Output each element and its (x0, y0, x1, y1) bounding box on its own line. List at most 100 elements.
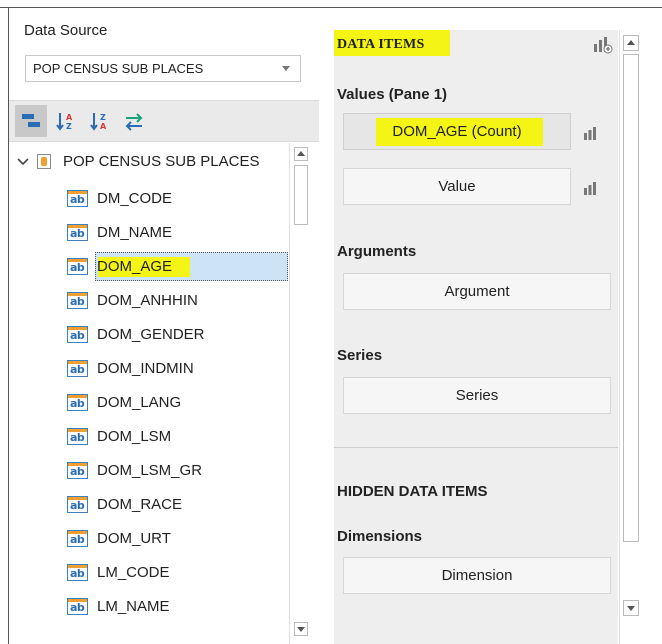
string-field-icon-text: ab (70, 431, 85, 444)
chevron-down-icon[interactable] (17, 157, 29, 167)
tree-field-label: DOM_ANHHIN (97, 292, 198, 309)
string-field-icon-text: ab (70, 533, 85, 546)
sort-ascending-button[interactable]: A Z (49, 105, 81, 137)
string-field-icon: ab (67, 428, 88, 445)
sort-ascending-icon: A Z (56, 113, 73, 131)
argument-slot-label: Argument (444, 283, 510, 300)
data-source-value: POP CENSUS SUB PLACES (33, 61, 204, 76)
group-by-type-button[interactable] (15, 105, 47, 137)
string-field-icon-text: ab (70, 465, 85, 478)
tree-field-item[interactable]: ab LM_CODE (9, 557, 289, 587)
tree-root-node[interactable]: POP CENSUS SUB PLACES (9, 148, 289, 176)
tree-field-label: DOM_URT (97, 530, 171, 547)
scroll-up-arrow-icon[interactable] (294, 147, 308, 161)
scroll-up-arrow-icon[interactable] (623, 35, 639, 51)
string-field-icon-text: ab (70, 295, 85, 308)
series-slot[interactable]: Series (343, 377, 611, 414)
tree-field-label: DM_NAME (97, 224, 173, 241)
tree-field-item[interactable]: ab DOM_INDMIN (9, 353, 289, 383)
svg-text:Z: Z (66, 122, 72, 131)
tree-field-item[interactable]: ab DOM_ANHHIN (9, 285, 289, 315)
value-slot-dom-age[interactable]: DOM_AGE (Count) (343, 113, 571, 150)
database-icon (37, 154, 51, 169)
string-field-icon-text: ab (70, 227, 85, 240)
dimensions-section-header: Dimensions (337, 528, 423, 545)
refresh-fields-icon (125, 113, 143, 131)
field-list-toolbar: A Z Z A (9, 100, 319, 142)
tree-field-label: LM_CODE (97, 564, 170, 581)
string-field-icon-text: ab (70, 261, 85, 274)
tree-root-label: POP CENSUS SUB PLACES (63, 153, 260, 170)
tree-field-item[interactable]: ab LM_NAME (9, 591, 289, 621)
tree-field-item[interactable]: ab DM_NAME (9, 217, 289, 247)
argument-slot[interactable]: Argument (343, 273, 611, 310)
section-divider (334, 447, 618, 448)
sort-descending-icon: Z A (90, 113, 107, 131)
tree-field-label: LM_NAME (97, 598, 170, 615)
tree-field-label: DOM_LSM (97, 428, 172, 445)
string-field-icon: ab (67, 258, 88, 275)
string-field-icon-text: ab (70, 329, 85, 342)
string-field-icon: ab (67, 394, 88, 411)
field-tree: POP CENSUS SUB PLACES ab DM_CODE ab DM_NAME… (9, 143, 289, 644)
string-field-icon-text: ab (70, 499, 85, 512)
tree-field-item[interactable]: ab DOM_AGE (9, 251, 289, 281)
tree-field-item[interactable]: ab DOM_GENDER (9, 319, 289, 349)
bar-chart-icon[interactable] (583, 181, 597, 195)
string-field-icon-text: ab (70, 397, 85, 410)
series-slot-label: Series (455, 387, 499, 404)
string-field-icon-text: ab (70, 363, 85, 376)
data-items-scrollbar[interactable] (619, 30, 643, 644)
series-section-header: Series (337, 347, 383, 364)
svg-text:Z: Z (100, 113, 106, 122)
add-chart-item-icon[interactable] (593, 36, 613, 54)
chevron-down-icon (282, 66, 290, 71)
string-field-icon-text: ab (70, 601, 85, 614)
value-slot-label: Value (438, 178, 476, 195)
tree-field-item[interactable]: ab DOM_LSM (9, 421, 289, 451)
arguments-section-header: Arguments (337, 243, 417, 260)
string-field-icon: ab (67, 360, 88, 377)
tree-field-item[interactable]: ab DOM_URT (9, 523, 289, 553)
refresh-fields-button[interactable] (117, 105, 149, 137)
svg-text:A: A (100, 122, 107, 131)
data-items-panel: DATA ITEMS Values (Pane 1) DOM_AGE (Coun… (334, 30, 618, 644)
string-field-icon: ab (67, 496, 88, 513)
hidden-data-items-header: HIDDEN DATA ITEMS (337, 483, 488, 500)
tree-field-label: DOM_AGE (97, 258, 173, 275)
string-field-icon-text: ab (70, 193, 85, 206)
data-items-title: DATA ITEMS (337, 37, 425, 52)
tree-field-label: DOM_GENDER (97, 326, 205, 343)
data-source-select[interactable]: POP CENSUS SUB PLACES (25, 55, 301, 82)
string-field-icon: ab (67, 326, 88, 343)
scroll-thumb[interactable] (623, 54, 639, 542)
string-field-icon: ab (67, 224, 88, 241)
tree-field-item[interactable]: ab DM_CODE (9, 183, 289, 213)
bar-chart-icon[interactable] (583, 126, 597, 140)
group-by-type-icon (22, 114, 40, 127)
string-field-icon-text: ab (70, 567, 85, 580)
tree-field-label: DOM_LSM_GR (97, 462, 203, 479)
field-tree-scrollbar[interactable] (289, 143, 311, 644)
dimension-slot-label: Dimension (441, 567, 513, 584)
string-field-icon: ab (67, 462, 88, 479)
string-field-icon: ab (67, 564, 88, 581)
sort-descending-button[interactable]: Z A (83, 105, 115, 137)
dimension-slot[interactable]: Dimension (343, 557, 611, 594)
svg-text:A: A (66, 113, 73, 122)
tree-field-label: DOM_RACE (97, 496, 183, 513)
tree-field-label: DM_CODE (97, 190, 173, 207)
value-slot-empty[interactable]: Value (343, 168, 571, 205)
scroll-thumb[interactable] (294, 165, 308, 225)
tree-field-label: DOM_INDMIN (97, 360, 194, 377)
string-field-icon: ab (67, 292, 88, 309)
values-section-header: Values (Pane 1) (337, 86, 448, 103)
tree-field-item[interactable]: ab DOM_RACE (9, 489, 289, 519)
scroll-down-arrow-icon[interactable] (294, 622, 308, 636)
scroll-down-arrow-icon[interactable] (623, 600, 639, 616)
string-field-icon: ab (67, 530, 88, 547)
tree-field-item[interactable]: ab DOM_LANG (9, 387, 289, 417)
tree-field-label: DOM_LANG (97, 394, 182, 411)
tree-field-item[interactable]: ab DOM_LSM_GR (9, 455, 289, 485)
string-field-icon: ab (67, 598, 88, 615)
